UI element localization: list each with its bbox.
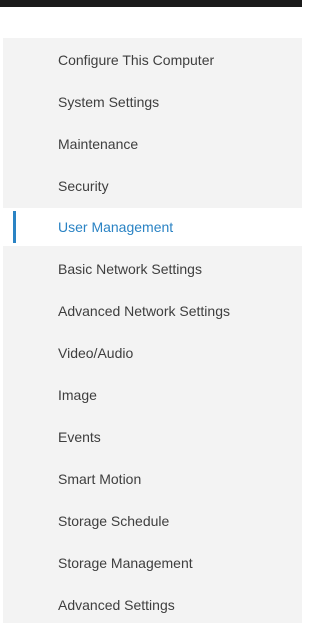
sidebar-item-label: Image <box>58 387 97 403</box>
sidebar-item-label: Storage Schedule <box>58 513 170 529</box>
sidebar-item-advanced-network-settings[interactable]: Advanced Network Settings <box>3 292 302 330</box>
sidebar-item-video-audio[interactable]: Video/Audio <box>3 334 302 372</box>
sidebar-item-image[interactable]: Image <box>3 376 302 414</box>
sidebar-item-configure-this-computer[interactable]: Configure This Computer <box>3 41 302 79</box>
sidebar-item-advanced-settings[interactable]: Advanced Settings <box>3 586 302 624</box>
sidebar-item-label: Maintenance <box>58 136 139 152</box>
sidebar-item-smart-motion[interactable]: Smart Motion <box>3 460 302 498</box>
sidebar-item-basic-network-settings[interactable]: Basic Network Settings <box>3 250 302 288</box>
sidebar-item-system-settings[interactable]: System Settings <box>3 83 302 121</box>
sidebar-item-events[interactable]: Events <box>3 418 302 456</box>
settings-panel: Configure This Computer System Settings … <box>0 0 302 627</box>
sidebar-item-label: Video/Audio <box>58 345 134 361</box>
sidebar-item-label: System Settings <box>58 94 160 110</box>
sidebar-item-label: Security <box>58 178 109 194</box>
sidebar-item-label: Advanced Settings <box>58 597 175 613</box>
sidebar-item-label: Storage Management <box>58 555 193 571</box>
settings-sidebar: Configure This Computer System Settings … <box>3 38 302 623</box>
sidebar-item-label: Events <box>58 429 101 445</box>
sidebar-item-security[interactable]: Security <box>3 167 302 205</box>
sidebar-item-label: Smart Motion <box>58 471 142 487</box>
sidebar-item-user-management[interactable]: User Management <box>3 208 302 246</box>
sidebar-item-label: Basic Network Settings <box>58 261 202 277</box>
sidebar-item-label: Advanced Network Settings <box>58 303 230 319</box>
sidebar-item-label: Configure This Computer <box>58 52 215 68</box>
sidebar-item-maintenance[interactable]: Maintenance <box>3 125 302 163</box>
sidebar-item-storage-schedule[interactable]: Storage Schedule <box>3 502 302 540</box>
active-indicator <box>13 211 16 243</box>
top-bar <box>0 0 302 7</box>
sidebar-item-storage-management[interactable]: Storage Management <box>3 544 302 582</box>
sidebar-item-label: User Management <box>58 219 174 235</box>
